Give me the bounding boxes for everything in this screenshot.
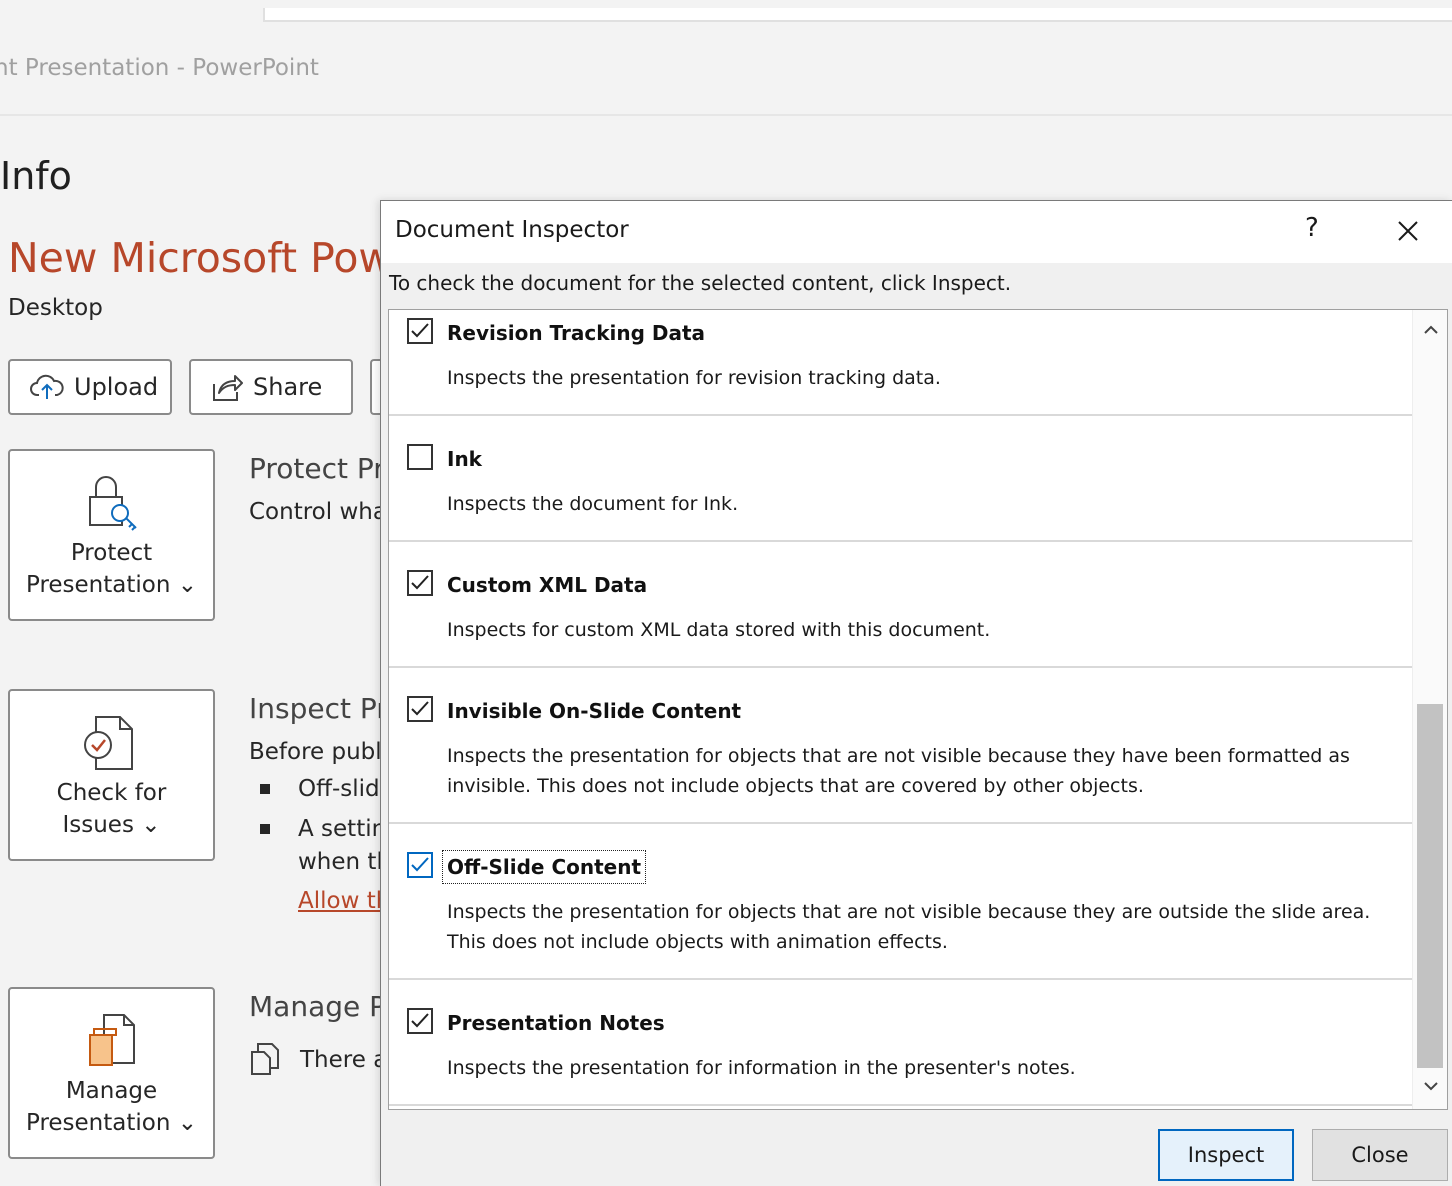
list-item: Revision Tracking Data Inspects the pres… bbox=[389, 310, 1412, 416]
bullet-marker bbox=[260, 784, 270, 794]
window-title: nt Presentation - PowerPoint bbox=[0, 55, 319, 81]
item-label: Off-Slide Content bbox=[441, 850, 647, 884]
dialog-instruction: To check the document for the selected c… bbox=[389, 271, 1012, 295]
chevron-down-icon[interactable] bbox=[1423, 1080, 1439, 1092]
check-issues-label-line1: Check for bbox=[56, 780, 167, 806]
document-location: Desktop bbox=[8, 295, 103, 321]
item-label: Presentation Notes bbox=[447, 1011, 665, 1035]
inspection-list: Revision Tracking Data Inspects the pres… bbox=[388, 309, 1448, 1110]
manage-label-line2: Presentation ⌄ bbox=[25, 1110, 198, 1136]
inspect-button[interactable]: Inspect bbox=[1158, 1129, 1294, 1181]
protect-label-line2: Presentation ⌄ bbox=[25, 572, 198, 598]
protect-presentation-button[interactable]: Protect Presentation ⌄ bbox=[8, 449, 215, 621]
custom-xml-checkbox[interactable] bbox=[407, 570, 433, 596]
inspect-bullet-2-continued: when th bbox=[298, 849, 392, 875]
upload-cloud-icon bbox=[30, 374, 64, 399]
checkmark-icon bbox=[411, 701, 429, 716]
manage-presentation-button[interactable]: Manage Presentation ⌄ bbox=[8, 987, 215, 1159]
manage-heading: Manage P bbox=[249, 990, 387, 1023]
item-description: Inspects for custom XML data stored with… bbox=[447, 619, 991, 641]
item-description: Inspects the presentation for objects th… bbox=[447, 745, 1350, 797]
manage-label-line1: Manage bbox=[65, 1078, 158, 1104]
search-strip bbox=[263, 8, 1452, 22]
inspect-bullet-2: A settin bbox=[298, 816, 387, 842]
page-title: Info bbox=[0, 154, 72, 198]
dialog-title: Document Inspector bbox=[395, 217, 629, 243]
item-label: Invisible On-Slide Content bbox=[447, 699, 742, 723]
close-button-label: Close bbox=[1351, 1143, 1409, 1167]
checkmark-icon bbox=[411, 575, 429, 590]
list-scrollbar[interactable] bbox=[1412, 310, 1447, 1109]
allow-link[interactable]: Allow th bbox=[298, 888, 390, 914]
title-bar: nt Presentation - PowerPoint bbox=[0, 0, 1452, 116]
checkmark-icon bbox=[411, 857, 429, 872]
inspect-heading: Inspect Pr bbox=[249, 692, 388, 725]
item-label: Revision Tracking Data bbox=[447, 321, 706, 345]
manage-documents-icon bbox=[88, 1014, 135, 1066]
lock-key-icon bbox=[88, 476, 137, 531]
off-slide-content-checkbox[interactable] bbox=[407, 852, 433, 878]
dialog-header: Document Inspector ? bbox=[381, 201, 1452, 263]
check-document-icon bbox=[83, 716, 133, 770]
item-description: Inspects the document for Ink. bbox=[447, 493, 739, 515]
close-icon[interactable] bbox=[1395, 218, 1421, 244]
invisible-content-checkbox[interactable] bbox=[407, 696, 433, 722]
versions-icon bbox=[251, 1043, 279, 1075]
help-button[interactable]: ? bbox=[1305, 213, 1319, 243]
upload-label: Upload bbox=[74, 373, 159, 401]
inspect-bullet-1: Off-slid bbox=[298, 776, 380, 802]
divider bbox=[389, 1104, 1412, 1106]
revision-tracking-checkbox[interactable] bbox=[407, 318, 433, 344]
upload-button[interactable]: Upload bbox=[8, 359, 172, 415]
ink-checkbox[interactable] bbox=[407, 444, 433, 470]
presentation-notes-checkbox[interactable] bbox=[407, 1008, 433, 1034]
document-inspector-dialog: Document Inspector ? To check the docume… bbox=[380, 200, 1452, 1186]
item-description: Inspects the presentation for objects th… bbox=[447, 901, 1371, 953]
item-description: Inspects the presentation for revision t… bbox=[447, 367, 941, 389]
inspect-button-label: Inspect bbox=[1187, 1143, 1265, 1167]
share-label: Share bbox=[253, 373, 323, 401]
share-icon bbox=[213, 375, 243, 401]
check-for-issues-button[interactable]: Check for Issues ⌄ bbox=[8, 689, 215, 861]
inspect-description: Before publi bbox=[249, 739, 389, 765]
list-item: Invisible On-Slide Content Inspects the … bbox=[389, 668, 1412, 824]
item-description: Inspects the presentation for informatio… bbox=[447, 1057, 1076, 1079]
protect-heading: Protect Pr bbox=[249, 452, 385, 485]
bullet-marker bbox=[260, 824, 270, 834]
list-item: Ink Inspects the document for Ink. bbox=[389, 416, 1412, 542]
share-button[interactable]: Share bbox=[189, 359, 353, 415]
item-label: Custom XML Data bbox=[447, 573, 648, 597]
chevron-up-icon[interactable] bbox=[1423, 324, 1439, 336]
scrollbar-thumb[interactable] bbox=[1417, 704, 1443, 1068]
list-item: Custom XML Data Inspects for custom XML … bbox=[389, 542, 1412, 668]
check-issues-label-line2: Issues ⌄ bbox=[62, 812, 161, 838]
protect-label-line1: Protect bbox=[70, 540, 153, 566]
manage-description: There a bbox=[300, 1047, 388, 1073]
protect-description: Control what bbox=[249, 499, 396, 525]
checkmark-icon bbox=[411, 1013, 429, 1028]
list-item: Presentation Notes Inspects the presenta… bbox=[389, 980, 1412, 1106]
list-item: Off-Slide Content Inspects the presentat… bbox=[389, 824, 1412, 980]
close-button[interactable]: Close bbox=[1312, 1129, 1448, 1181]
checkmark-icon bbox=[411, 323, 429, 338]
document-title: New Microsoft Powe bbox=[8, 234, 418, 282]
item-label: Ink bbox=[447, 447, 482, 471]
